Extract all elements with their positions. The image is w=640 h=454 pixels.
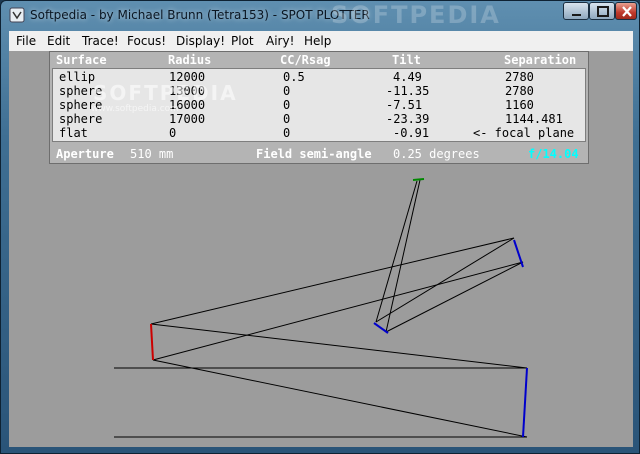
ray-line	[152, 261, 524, 361]
cell-separation: 1144.481	[505, 112, 563, 126]
ray-line	[152, 359, 528, 438]
menu-plot[interactable]: Plot	[231, 34, 254, 48]
window-title: Softpedia - by Michael Brunn (Tetra153) …	[30, 8, 370, 22]
cell-cc: 0	[283, 112, 291, 126]
header-surface: Surface	[56, 53, 107, 67]
menu-focus[interactable]: Focus!	[127, 34, 166, 48]
table-watermark-url: www.softpedia.com	[91, 104, 179, 114]
cell-separation: 1160	[505, 98, 534, 112]
title-bar[interactable]: Softpedia - by Michael Brunn (Tetra153) …	[1, 1, 639, 31]
cell-cc: 0.5	[283, 70, 305, 84]
maximize-icon	[597, 6, 609, 17]
minimize-icon	[572, 14, 581, 16]
primary-mirror	[150, 323, 154, 361]
cell-tilt: 4.49	[393, 70, 422, 84]
header-separation: Separation	[504, 53, 577, 67]
menu-display[interactable]: Display!	[176, 34, 225, 48]
menu-help[interactable]: Help	[304, 34, 331, 48]
cell-cc: 0	[283, 126, 291, 140]
surface-table[interactable]: ellip 12000 0.5 4.49 2780 sphere 13000 0…	[52, 68, 586, 142]
ray-paths	[114, 179, 528, 438]
cell-tilt: -23.39	[386, 112, 430, 126]
header-cc-rsag: CC/Rsag	[280, 53, 331, 67]
header-radius: Radius	[168, 53, 212, 67]
secondary-mirror	[522, 367, 528, 438]
cell-cc: 0	[283, 98, 291, 112]
f-ratio: f/14.04	[528, 147, 579, 161]
prescription-panel: Surface Radius CC/Rsag Tilt Separation e…	[49, 51, 589, 164]
watermark-logo: SOFTPEDIA	[331, 1, 501, 29]
cell-cc: 0	[283, 84, 291, 98]
quaternary-mirror	[373, 322, 389, 334]
ray-line	[385, 179, 421, 333]
field-angle-label: Field semi-angle	[256, 147, 372, 161]
cell-tilt: -7.51	[386, 98, 423, 112]
close-icon	[622, 6, 632, 17]
ray-line	[385, 261, 524, 333]
cell-separation: <- focal plane	[473, 126, 575, 140]
maximize-button[interactable]	[589, 2, 615, 20]
client-area: File Edit Trace! Focus! Display! Plot Ai…	[9, 31, 633, 447]
menu-file[interactable]: File	[16, 34, 36, 48]
cell-separation: 2780	[505, 84, 534, 98]
ray-line	[150, 237, 515, 325]
aperture-label: Aperture	[56, 147, 114, 161]
cell-surface: sphere	[59, 112, 103, 126]
cell-tilt: -11.35	[386, 84, 430, 98]
menu-bar: File Edit Trace! Focus! Display! Plot Ai…	[9, 31, 633, 51]
menu-airy[interactable]: Airy!	[266, 34, 294, 48]
close-button[interactable]	[615, 2, 637, 20]
table-row[interactable]: flat 0 0 -0.91 <- focal plane	[53, 126, 585, 140]
cell-surface: ellip	[59, 70, 96, 84]
table-watermark: SOFTPEDIA	[93, 81, 238, 105]
cell-radius: 0	[169, 126, 177, 140]
minimize-button[interactable]	[563, 2, 589, 20]
plotter-app-icon[interactable]	[9, 7, 25, 23]
field-angle-value: 0.25 degrees	[393, 147, 480, 161]
menu-edit[interactable]: Edit	[47, 34, 70, 48]
table-row[interactable]: sphere 17000 0 -23.39 1144.481	[53, 112, 585, 126]
app-window: Softpedia - by Michael Brunn (Tetra153) …	[0, 0, 640, 454]
menu-trace[interactable]: Trace!	[82, 34, 119, 48]
cell-separation: 2780	[505, 70, 534, 84]
header-tilt: Tilt	[392, 53, 421, 67]
cell-radius: 17000	[169, 112, 206, 126]
ray-trace-plot[interactable]	[9, 164, 633, 447]
focal-plane	[412, 178, 425, 181]
cell-surface: flat	[59, 126, 88, 140]
cell-tilt: -0.91	[393, 126, 430, 140]
aperture-value: 510 mm	[130, 147, 174, 161]
